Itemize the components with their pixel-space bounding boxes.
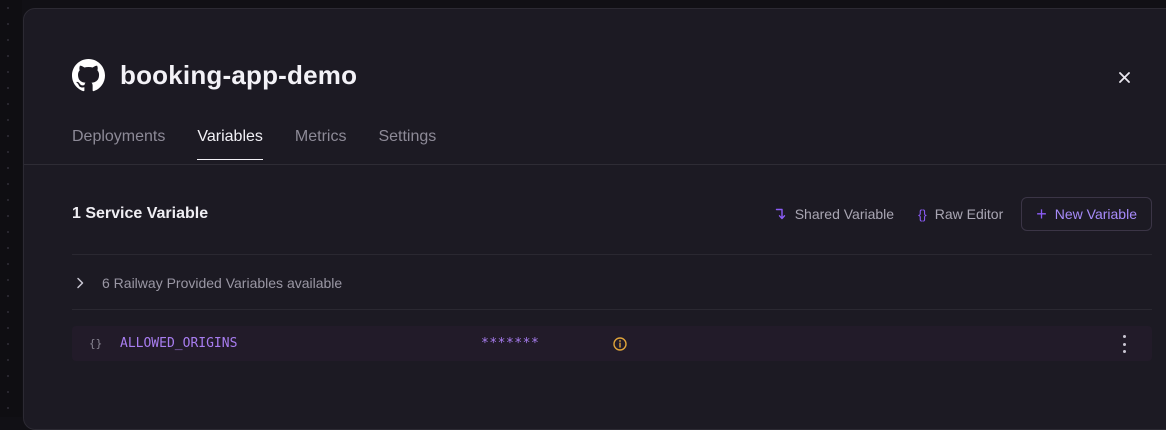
new-variable-label: New Variable bbox=[1054, 206, 1137, 222]
more-options-dot bbox=[1122, 342, 1126, 346]
variable-value[interactable]: ******* bbox=[481, 336, 612, 351]
service-title: booking-app-demo bbox=[120, 60, 358, 90]
more-options-dot bbox=[1122, 350, 1126, 353]
braces-icon: {} bbox=[918, 206, 927, 222]
info-warning-icon[interactable] bbox=[612, 336, 628, 352]
tab-variables[interactable]: Variables bbox=[197, 128, 263, 160]
shared-variable-label: Shared Variable bbox=[794, 206, 895, 222]
raw-editor-label: Raw Editor bbox=[934, 206, 1004, 222]
section-title: 1 Service Variable bbox=[72, 205, 209, 222]
service-panel: booking-app-demo Deployments Variables M… bbox=[23, 8, 1166, 430]
provided-divider bbox=[72, 309, 1152, 310]
github-icon bbox=[72, 59, 105, 92]
more-options-dot bbox=[1122, 335, 1126, 338]
new-variable-button[interactable]: + New Variable bbox=[1021, 197, 1152, 231]
plus-icon: + bbox=[1036, 203, 1047, 224]
variable-name[interactable]: ALLOWED_ORIGINS bbox=[120, 336, 481, 351]
shared-variable-icon bbox=[775, 207, 787, 221]
provided-variables-toggle[interactable]: 6 Railway Provided Variables available bbox=[72, 267, 342, 299]
tab-settings[interactable]: Settings bbox=[378, 128, 436, 159]
shared-variable-button[interactable]: Shared Variable bbox=[763, 198, 906, 230]
tab-bar: Deployments Variables Metrics Settings bbox=[72, 128, 468, 160]
variable-row[interactable]: {} ALLOWED_ORIGINS ******* bbox=[72, 326, 1152, 361]
tabs-divider bbox=[24, 164, 1166, 165]
close-button[interactable] bbox=[1112, 65, 1136, 89]
close-icon bbox=[1118, 71, 1130, 83]
provided-variables-label: 6 Railway Provided Variables available bbox=[102, 275, 343, 291]
more-options-button[interactable] bbox=[1116, 335, 1132, 353]
panel-header: booking-app-demo bbox=[72, 59, 357, 92]
variable-actions: Shared Variable {} Raw Editor + New Vari… bbox=[763, 197, 1152, 231]
canvas-backdrop bbox=[0, 0, 22, 417]
raw-editor-button[interactable]: {} Raw Editor bbox=[906, 198, 1015, 230]
variable-brace-icon: {} bbox=[89, 337, 103, 350]
tab-metrics[interactable]: Metrics bbox=[295, 128, 347, 159]
tab-deployments[interactable]: Deployments bbox=[72, 128, 165, 159]
chevron-right-icon bbox=[76, 277, 98, 289]
section-divider bbox=[72, 254, 1152, 255]
